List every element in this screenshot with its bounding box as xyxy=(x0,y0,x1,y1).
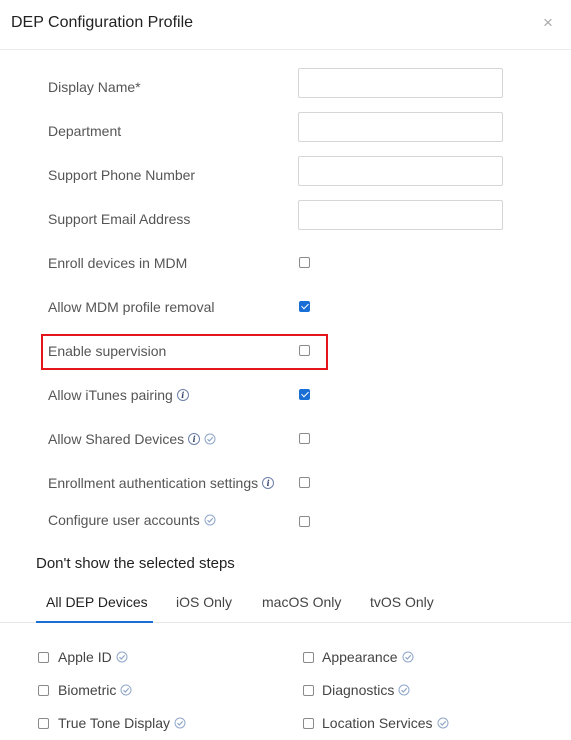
allow-removal-checkbox[interactable] xyxy=(299,301,310,312)
active-tab-indicator xyxy=(36,621,153,623)
enroll-devices-label: Enroll devices in MDM xyxy=(48,255,188,271)
apple-id-label: Apple ID xyxy=(58,649,112,665)
verified-check-icon xyxy=(204,514,216,526)
biometric-label: Biometric xyxy=(58,682,117,698)
apple-id-checkbox[interactable] xyxy=(38,652,49,663)
allow-itunes-checkbox[interactable] xyxy=(299,389,310,400)
tab-ios-only[interactable]: iOS Only xyxy=(176,594,232,610)
verified-check-icon xyxy=(174,717,186,729)
enrollment-auth-row: Enrollment authentication settings i xyxy=(48,475,275,491)
location-services-row: Location Services xyxy=(322,715,449,731)
dialog-header: DEP Configuration Profile × xyxy=(0,0,571,50)
info-icon[interactable]: i xyxy=(262,477,275,489)
verified-check-icon xyxy=(402,651,414,663)
allow-removal-label: Allow MDM profile removal xyxy=(48,299,215,315)
allow-shared-row: Allow Shared Devices i xyxy=(48,431,216,447)
verified-check-icon xyxy=(116,651,128,663)
allow-shared-checkbox[interactable] xyxy=(299,433,310,444)
true-tone-row: True Tone Display xyxy=(58,715,186,731)
biometric-row: Biometric xyxy=(58,682,132,698)
allow-shared-label: Allow Shared Devices xyxy=(48,431,185,447)
department-label: Department xyxy=(48,123,122,139)
tab-tvos-only[interactable]: tvOS Only xyxy=(370,594,434,610)
verified-check-icon xyxy=(120,684,132,696)
support-phone-label: Support Phone Number xyxy=(48,167,196,183)
allow-itunes-row: Allow iTunes pairing i xyxy=(48,387,189,403)
platform-tabs: All DEP Devices iOS Only macOS Only tvOS… xyxy=(0,585,571,623)
support-email-label: Support Email Address xyxy=(48,211,191,227)
steps-section-title: Don't show the selected steps xyxy=(36,555,235,572)
appearance-label: Appearance xyxy=(322,649,398,665)
verified-check-icon xyxy=(204,433,216,445)
enrollment-auth-checkbox[interactable] xyxy=(299,477,310,488)
enable-supervision-checkbox[interactable] xyxy=(299,345,310,356)
tab-macos-only[interactable]: macOS Only xyxy=(262,594,341,610)
true-tone-label: True Tone Display xyxy=(58,715,171,731)
support-email-input[interactable] xyxy=(298,200,503,230)
enable-supervision-label: Enable supervision xyxy=(48,343,167,359)
enroll-devices-checkbox[interactable] xyxy=(299,257,310,268)
department-input[interactable] xyxy=(298,112,503,142)
configure-accounts-label: Configure user accounts xyxy=(48,512,200,528)
diagnostics-checkbox[interactable] xyxy=(303,685,314,696)
true-tone-checkbox[interactable] xyxy=(38,718,49,729)
configure-accounts-checkbox[interactable] xyxy=(299,516,310,527)
tab-all-dep-devices[interactable]: All DEP Devices xyxy=(46,594,148,610)
appearance-row: Appearance xyxy=(322,649,414,665)
verified-check-icon xyxy=(398,684,410,696)
dialog-title: DEP Configuration Profile xyxy=(11,14,194,31)
enrollment-auth-label: Enrollment authentication settings xyxy=(48,475,259,491)
close-icon[interactable]: × xyxy=(543,13,553,33)
location-services-label: Location Services xyxy=(322,715,433,731)
diagnostics-row: Diagnostics xyxy=(322,682,410,698)
apple-id-row: Apple ID xyxy=(58,649,128,665)
info-icon[interactable]: i xyxy=(176,389,189,401)
support-phone-input[interactable] xyxy=(298,156,503,186)
appearance-checkbox[interactable] xyxy=(303,652,314,663)
verified-check-icon xyxy=(437,717,449,729)
display-name-label: Display Name* xyxy=(48,79,141,95)
configure-accounts-row: Configure user accounts xyxy=(48,512,216,528)
info-icon[interactable]: i xyxy=(188,433,201,445)
location-services-checkbox[interactable] xyxy=(303,718,314,729)
biometric-checkbox[interactable] xyxy=(38,685,49,696)
allow-itunes-label: Allow iTunes pairing xyxy=(48,387,173,403)
diagnostics-label: Diagnostics xyxy=(322,682,395,698)
display-name-input[interactable] xyxy=(298,68,503,98)
